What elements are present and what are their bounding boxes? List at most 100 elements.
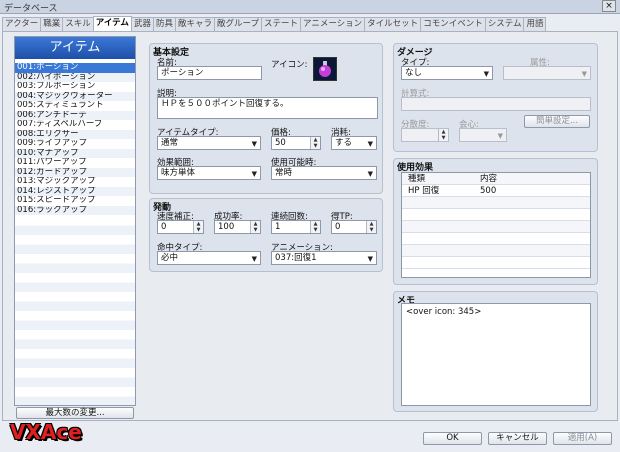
empty-row[interactable] bbox=[402, 257, 590, 269]
damage-type-select[interactable]: なし ▼ bbox=[401, 66, 493, 80]
list-item[interactable]: 007:ディスペルハーブ bbox=[15, 120, 135, 130]
chevron-down-icon: ▼ bbox=[367, 255, 373, 263]
column-type: 種類 bbox=[408, 174, 426, 184]
repeat-stepper[interactable]: 1 ▲ ▼ bbox=[271, 220, 321, 234]
empty-row[interactable] bbox=[402, 245, 590, 257]
list-item[interactable]: 012:ガードアップ bbox=[15, 167, 135, 177]
effects-table[interactable]: 種類 内容 HP 回復 500 bbox=[401, 172, 591, 278]
empty-row[interactable] bbox=[402, 221, 590, 233]
tab-8[interactable]: ステート bbox=[260, 17, 301, 31]
simple-settings-button[interactable]: 簡単設定... bbox=[524, 115, 590, 128]
chevron-down-icon: ▼ bbox=[367, 140, 373, 148]
chevron-down-icon: ▼ bbox=[483, 70, 489, 78]
apply-button[interactable]: 適用(A) bbox=[553, 432, 612, 445]
cancel-button[interactable]: キャンセル bbox=[488, 432, 547, 445]
price-value: 50 bbox=[275, 138, 286, 148]
list-item[interactable]: 010:マナアップ bbox=[15, 148, 135, 158]
item-type-value: 通常 bbox=[161, 138, 179, 148]
list-header: アイテム bbox=[15, 37, 135, 59]
tab-9[interactable]: アニメーション bbox=[300, 17, 366, 31]
speed-stepper[interactable]: 0 ▲ ▼ bbox=[157, 220, 204, 234]
icon-label: アイコン: bbox=[271, 60, 308, 70]
critical-select[interactable]: ▼ bbox=[459, 128, 507, 142]
empty-row[interactable] bbox=[402, 209, 590, 221]
tab-4[interactable]: 武器 bbox=[130, 17, 154, 31]
chevron-down-icon: ▼ bbox=[367, 170, 373, 178]
list-item[interactable]: 015:スピードアップ bbox=[15, 196, 135, 206]
occasion-select[interactable]: 常時 ▼ bbox=[271, 166, 377, 180]
tab-13[interactable]: 用語 bbox=[523, 17, 547, 31]
hit-type-value: 必中 bbox=[161, 253, 179, 263]
stepper-arrows-icon[interactable]: ▲ ▼ bbox=[438, 129, 448, 141]
success-stepper[interactable]: 100 ▲ ▼ bbox=[214, 220, 261, 234]
formula-field[interactable] bbox=[401, 97, 591, 111]
scope-value: 味方単体 bbox=[161, 168, 196, 178]
list-item[interactable]: 003:フルポーション bbox=[15, 82, 135, 92]
occasion-value: 常時 bbox=[275, 168, 293, 178]
stepper-arrows-icon[interactable]: ▲ ▼ bbox=[310, 221, 320, 233]
table-row[interactable]: HP 回復 500 bbox=[402, 185, 590, 197]
table-header: 種類 内容 bbox=[402, 173, 590, 185]
tab-12[interactable]: システム bbox=[484, 17, 525, 31]
list-item[interactable]: 009:ライフアップ bbox=[15, 139, 135, 149]
repeat-value: 1 bbox=[275, 222, 281, 232]
tab-7[interactable]: 敵グループ bbox=[213, 17, 262, 31]
damage-type-value: なし bbox=[405, 68, 423, 78]
list-item[interactable]: 008:エリクサー bbox=[15, 129, 135, 139]
list-item[interactable]: 014:レジストアップ bbox=[15, 186, 135, 196]
list-empty-rows bbox=[15, 216, 135, 405]
animation-select[interactable]: 037:回復1 ▼ bbox=[271, 251, 377, 265]
item-list[interactable]: 001:ポーション 002:ハイポーション 003:フルポーション 004:マジックウ… bbox=[15, 63, 135, 215]
note-field[interactable]: <over icon: 345> bbox=[401, 303, 591, 406]
list-item[interactable]: 005:スティミュラント bbox=[15, 101, 135, 111]
price-stepper[interactable]: 50 ▲ ▼ bbox=[271, 136, 321, 150]
max-count-button[interactable]: 最大数の変更... bbox=[16, 407, 134, 419]
speed-value: 0 bbox=[161, 222, 167, 232]
tab-10[interactable]: タイルセット bbox=[364, 17, 422, 31]
list-item[interactable]: 006:アンチドーテ bbox=[15, 110, 135, 120]
tab-11[interactable]: コモンイベント bbox=[420, 17, 486, 31]
close-icon[interactable]: × bbox=[602, 0, 616, 12]
stepper-arrows-icon[interactable]: ▲ ▼ bbox=[310, 137, 320, 149]
tab-6[interactable]: 敵キャラ bbox=[174, 17, 215, 31]
list-item[interactable]: 004:マジックウォーター bbox=[15, 91, 135, 101]
stepper-arrows-icon[interactable]: ▲ ▼ bbox=[250, 221, 260, 233]
tab-3[interactable]: アイテム bbox=[92, 16, 132, 31]
hit-type-select[interactable]: 必中 ▼ bbox=[157, 251, 261, 265]
stepper-arrows-icon[interactable]: ▲ ▼ bbox=[366, 221, 376, 233]
animation-value: 037:回復1 bbox=[275, 253, 317, 263]
potion-icon[interactable] bbox=[313, 57, 337, 81]
chevron-down-icon: ▼ bbox=[251, 255, 257, 263]
list-item[interactable]: 002:ハイポーション bbox=[15, 72, 135, 82]
tab-0[interactable]: アクター bbox=[2, 17, 42, 31]
chevron-down-icon: ▼ bbox=[581, 70, 587, 78]
tab-bar: アクター 職業 スキル アイテム 武器 防具 敵キャラ 敵グループ ステート アニメーション タイル… bbox=[2, 16, 618, 31]
name-field[interactable]: ポーション bbox=[157, 66, 262, 80]
item-type-select[interactable]: 通常 ▼ bbox=[157, 136, 261, 150]
effect-content: 500 bbox=[480, 186, 497, 196]
consume-value: する bbox=[335, 138, 353, 148]
title-bar: データベース × bbox=[0, 0, 620, 14]
variance-stepper[interactable]: ▲ ▼ bbox=[401, 128, 449, 142]
empty-row[interactable] bbox=[402, 233, 590, 245]
effect-type: HP 回復 bbox=[408, 186, 440, 196]
column-content: 内容 bbox=[480, 174, 498, 184]
tab-5[interactable]: 防具 bbox=[152, 17, 176, 31]
list-item[interactable]: 001:ポーション bbox=[15, 63, 135, 73]
scope-select[interactable]: 味方単体 ▼ bbox=[157, 166, 261, 180]
window-title: データベース bbox=[4, 4, 58, 14]
consume-select[interactable]: する ▼ bbox=[331, 136, 377, 150]
success-value: 100 bbox=[218, 222, 235, 232]
list-item[interactable]: 013:マジックアップ bbox=[15, 177, 135, 187]
stepper-arrows-icon[interactable]: ▲ ▼ bbox=[193, 221, 203, 233]
empty-row[interactable] bbox=[402, 197, 590, 209]
tab-2[interactable]: スキル bbox=[62, 17, 94, 31]
tab-1[interactable]: 職業 bbox=[40, 17, 64, 31]
ok-button[interactable]: OK bbox=[423, 432, 482, 445]
element-select[interactable]: ▼ bbox=[503, 66, 591, 80]
tp-stepper[interactable]: 0 ▲ ▼ bbox=[331, 220, 377, 234]
list-item[interactable]: 011:パワーアップ bbox=[15, 158, 135, 168]
description-field[interactable]: ＨＰを５００ポイント回復する。 bbox=[157, 97, 378, 119]
tp-value: 0 bbox=[335, 222, 341, 232]
list-item[interactable]: 016:ラックアップ bbox=[15, 205, 135, 215]
